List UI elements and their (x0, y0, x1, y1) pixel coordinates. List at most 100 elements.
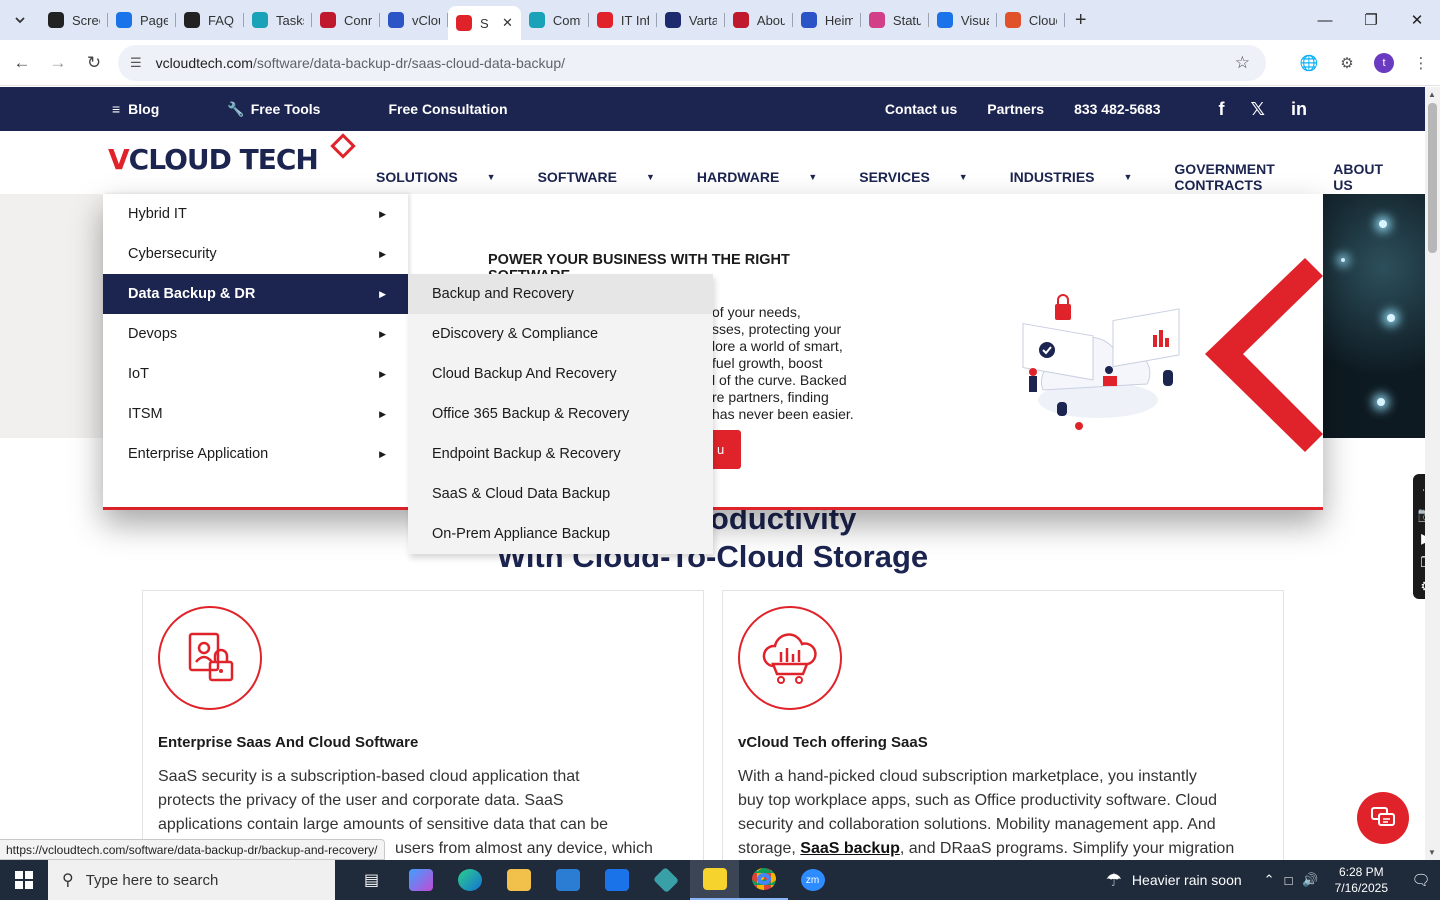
mega-menu-cta-button[interactable]: u (713, 430, 741, 469)
x-twitter-icon[interactable]: 𝕏 (1250, 99, 1265, 120)
clock[interactable]: 6:28 PM 7/16/2025 (1335, 864, 1388, 896)
mega-body-line: re partners, finding (712, 389, 829, 405)
tab-title: Visual (960, 12, 989, 28)
file-explorer-icon[interactable] (494, 860, 543, 900)
mega-body-line: l of the curve. Backed (712, 372, 847, 388)
new-tab-button[interactable]: + (1075, 9, 1087, 32)
site-logo[interactable]: VCLOUD TECH (108, 133, 356, 176)
tab-title: vClou (412, 12, 440, 28)
mega-category-item[interactable]: ITSM ▶ (103, 394, 408, 434)
browser-tab[interactable]: PageS (108, 5, 176, 35)
facebook-icon[interactable]: f (1218, 99, 1224, 120)
browser-tab[interactable]: IT Infr (589, 5, 657, 35)
browser-tab[interactable]: Cloud (997, 5, 1065, 35)
reload-button[interactable]: ↻ (76, 45, 112, 81)
browser-tab[interactable]: S ✕ (448, 6, 521, 40)
more-menu-icon[interactable]: ⋮ (1403, 45, 1439, 81)
submenu-item[interactable]: SaaS & Cloud Data Backup (408, 474, 713, 514)
nav-item-label: ABOUT US (1333, 161, 1383, 193)
chevron-up-icon[interactable]: ⌃ (1264, 872, 1275, 888)
browser-tab[interactable]: Vartar (657, 5, 725, 35)
task-view-icon[interactable]: ▤ (347, 860, 396, 900)
mega-category-item[interactable]: Enterprise Application ▶ (103, 434, 408, 474)
taskbar-apps: ▤ zm (347, 860, 837, 900)
volume-icon[interactable]: 🔊 (1302, 872, 1318, 888)
notifications-icon[interactable]: 🗨 (1402, 871, 1440, 889)
contact-link[interactable]: Contact us (885, 101, 957, 117)
translate-icon[interactable]: 🌐 (1291, 45, 1327, 81)
browser-tab[interactable]: FAQ T (176, 5, 244, 35)
partners-link[interactable]: Partners (987, 101, 1044, 117)
submenu-item[interactable]: Cloud Backup And Recovery (408, 354, 713, 394)
nav-item-hardware[interactable]: HARDWARE ▼ (697, 161, 838, 193)
submenu-item[interactable]: Office 365 Backup & Recovery (408, 394, 713, 434)
browser-tab[interactable]: Conn (312, 5, 380, 35)
card-enterprise-saas: Enterprise Saas And Cloud Software SaaS … (142, 590, 704, 860)
browser-tab[interactable]: Screen (40, 5, 108, 35)
forward-button[interactable]: → (40, 45, 76, 81)
address-bar[interactable]: ☰ vcloudtech.com/software/data-backup-dr… (118, 45, 1266, 81)
submenu-item[interactable]: eDiscovery & Compliance (408, 314, 713, 354)
start-button[interactable] (0, 860, 48, 900)
submenu-item[interactable]: Endpoint Backup & Recovery (408, 434, 713, 474)
card-line: protects the privacy of the user and cor… (158, 792, 564, 809)
mega-category-item[interactable]: Devops ▶ (103, 314, 408, 354)
mega-category-item[interactable]: IoT ▶ (103, 354, 408, 394)
nav-item-about-us[interactable]: ABOUT US (1333, 161, 1404, 193)
system-tray: ☂ Heavier rain soon ⌃ □ 🔊 6:28 PM 7/16/202… (1106, 860, 1440, 900)
site-info-icon[interactable]: ☰ (130, 55, 142, 71)
phone-link[interactable]: 833 482-5683 (1074, 101, 1160, 117)
nav-item-government-contracts[interactable]: GOVERNMENT CONTRACTS (1174, 161, 1312, 193)
mega-category-item[interactable]: Hybrid IT ▶ (103, 194, 408, 234)
blog-link[interactable]: ≡ Blog (112, 101, 193, 117)
browser-tab[interactable]: vClou (380, 5, 448, 35)
scrollbar-thumb[interactable] (1428, 103, 1437, 253)
minimize-button[interactable]: — (1302, 0, 1348, 40)
linkedin-icon[interactable]: in (1291, 99, 1307, 120)
mail-icon[interactable] (592, 860, 641, 900)
close-tab-icon[interactable]: ✕ (502, 15, 513, 31)
copilot-icon[interactable] (396, 860, 445, 900)
caret-down-icon: ▼ (958, 172, 968, 182)
taskbar-search[interactable]: ⚲ Type here to search (48, 860, 335, 900)
app-diamond-icon[interactable] (641, 860, 690, 900)
chat-button[interactable] (1357, 792, 1409, 844)
browser-tab[interactable]: Visual (929, 5, 997, 35)
nav-item-software[interactable]: SOFTWARE ▼ (538, 161, 676, 193)
software-mega-menu: POWER YOUR BUSINESS WITH THE RIGHT SOFTW… (103, 194, 1323, 554)
mega-category-item[interactable]: Cybersecurity ▶ (103, 234, 408, 274)
submenu-item[interactable]: Backup and Recovery (408, 274, 713, 314)
weather-widget[interactable]: ☂ Heavier rain soon (1106, 870, 1242, 891)
nav-item-services[interactable]: SERVICES ▼ (859, 161, 988, 193)
free-tools-link[interactable]: 🔧 Free Tools (227, 101, 354, 118)
submenu-item[interactable]: On-Prem Appliance Backup (408, 514, 713, 554)
browser-tab[interactable]: About (725, 5, 793, 35)
sticky-notes-icon[interactable] (690, 860, 739, 900)
browser-tab[interactable]: Tasks (244, 5, 312, 35)
network-icon[interactable]: □ (1285, 873, 1293, 888)
edge-icon[interactable] (445, 860, 494, 900)
close-window-button[interactable]: ✕ (1394, 0, 1440, 40)
zoom-icon[interactable]: zm (788, 860, 837, 900)
nav-item-solutions[interactable]: SOLUTIONS ▼ (376, 161, 517, 193)
bookmark-star-icon[interactable]: ☆ (1235, 53, 1250, 73)
mega-category-label: IoT (128, 366, 149, 382)
chrome-icon[interactable] (739, 860, 788, 900)
browser-tab[interactable]: Status (861, 5, 929, 35)
browser-tab[interactable]: Comt (521, 5, 589, 35)
nav-item-industries[interactable]: INDUSTRIES ▼ (1010, 161, 1154, 193)
extensions-icon[interactable]: ⚙ (1329, 45, 1365, 81)
browser-tab[interactable]: Heim (793, 5, 861, 35)
back-button[interactable]: ← (4, 45, 40, 81)
mega-category-item[interactable]: Data Backup & DR ▶ (103, 274, 408, 314)
free-consultation-link[interactable]: Free Consultation (388, 101, 507, 117)
store-icon[interactable] (543, 860, 592, 900)
scroll-down-icon[interactable]: ▼ (1428, 848, 1436, 857)
page-scrollbar[interactable]: ▲ ▼ (1425, 87, 1440, 860)
scroll-up-icon[interactable]: ▲ (1428, 90, 1436, 99)
profile-avatar[interactable]: t (1374, 53, 1394, 73)
maximize-button[interactable]: ❐ (1348, 0, 1394, 40)
search-icon: ⚲ (62, 872, 74, 889)
tab-search-button[interactable] (6, 6, 34, 34)
saas-backup-link[interactable]: SaaS backup (800, 840, 900, 857)
